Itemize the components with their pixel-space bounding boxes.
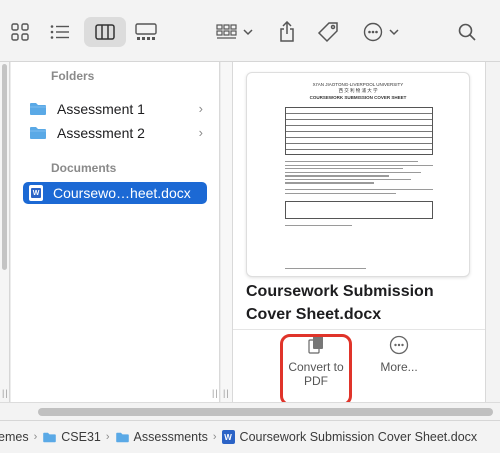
column-view-icon[interactable] [84, 17, 126, 47]
toolbar [0, 0, 500, 62]
thumbnail-text-block-3 [285, 225, 433, 229]
group-icon[interactable] [214, 17, 256, 47]
horizontal-scrollbar-thumb[interactable] [38, 408, 493, 416]
folder-label: Assessment 1 [57, 101, 145, 117]
folder-icon [30, 127, 46, 139]
document-label: Coursewo…heet.docx [53, 185, 191, 201]
path-segment-label: emes [0, 430, 29, 444]
chevron-right-icon: › [212, 431, 217, 443]
path-bar: emes › CSE31 › Assessments › W Coursewor… [0, 420, 500, 453]
thumbnail-text-block-2 [285, 189, 433, 196]
documents-section-label: Documents [51, 161, 117, 175]
path-segment[interactable]: W Coursework Submission Cover Sheet.docx [221, 430, 478, 444]
document-row-coursework[interactable]: W Coursewo…heet.docx [23, 182, 207, 204]
folders-section-label: Folders [51, 69, 95, 83]
right-scrollbar-track [485, 62, 500, 402]
search-icon[interactable] [455, 17, 479, 47]
chevron-right-icon: › [198, 125, 203, 140]
chevron-right-icon: › [105, 431, 110, 443]
column-resize-handle[interactable]: || [2, 388, 9, 398]
path-segment[interactable]: CSE31 [42, 430, 101, 444]
path-segment-label: CSE31 [61, 430, 101, 444]
tag-icon[interactable] [315, 17, 341, 47]
preview-pane: XI'AN JIAOTONG-LIVERPOOL UNIVERSITY 西 交 … [233, 62, 485, 402]
folder-icon [115, 432, 129, 442]
share-icon[interactable] [275, 17, 299, 47]
folder-icon [43, 432, 57, 442]
folder-row-assessment-2[interactable]: Assessment 2 › [23, 122, 209, 144]
path-segment-label: Assessments [133, 430, 208, 444]
preview-file-title: Coursework Submission Cover Sheet.docx [246, 283, 434, 323]
thumbnail-table [285, 107, 433, 155]
horizontal-scrollbar[interactable] [0, 402, 500, 420]
icon-view-icon[interactable] [8, 17, 32, 47]
path-segment[interactable]: emes [0, 430, 29, 444]
vertical-scrollbar-thumb[interactable] [2, 64, 7, 270]
more-button[interactable]: More... [363, 334, 435, 374]
path-segment[interactable]: Assessments [115, 430, 208, 444]
folder-row-assessment-1[interactable]: Assessment 1 › [23, 98, 209, 120]
thumbnail-footer-line [285, 268, 433, 272]
path-segment-label: Coursework Submission Cover Sheet.docx [239, 430, 478, 444]
divider [233, 329, 485, 330]
thumbnail-text-block [285, 161, 433, 186]
thumbnail-table-2 [285, 201, 433, 219]
column-separator: || [221, 62, 233, 402]
previous-column-edge: || [0, 62, 10, 402]
chevron-right-icon: › [33, 431, 38, 443]
folder-label: Assessment 2 [57, 125, 145, 141]
list-view-icon[interactable] [48, 17, 72, 47]
annotation-highlight-box [280, 334, 352, 406]
word-document-icon: W [29, 185, 43, 201]
thumbnail-chinese-line: 西 交 利 物 浦 大 学 [338, 88, 378, 93]
chevron-right-icon: › [198, 101, 203, 116]
more-actions-icon[interactable] [362, 17, 404, 47]
folder-icon [30, 103, 46, 115]
more-label: More... [380, 360, 418, 374]
gallery-view-icon[interactable] [133, 17, 159, 47]
thumbnail-title-line: COURSEWORK SUBMISSION COVER SHEET [309, 95, 407, 100]
document-thumbnail[interactable]: XI'AN JIAOTONG-LIVERPOOL UNIVERSITY 西 交 … [246, 72, 470, 277]
column-resize-handle[interactable]: || [212, 388, 219, 398]
word-document-icon: W [221, 430, 235, 444]
more-icon [363, 334, 435, 356]
folder-column: Folders Assessment 1 › Assessment 2 › Do… [11, 62, 220, 402]
column-resize-handle[interactable]: || [223, 388, 230, 398]
thumbnail-university-line: XI'AN JIAOTONG-LIVERPOOL UNIVERSITY [312, 82, 404, 87]
